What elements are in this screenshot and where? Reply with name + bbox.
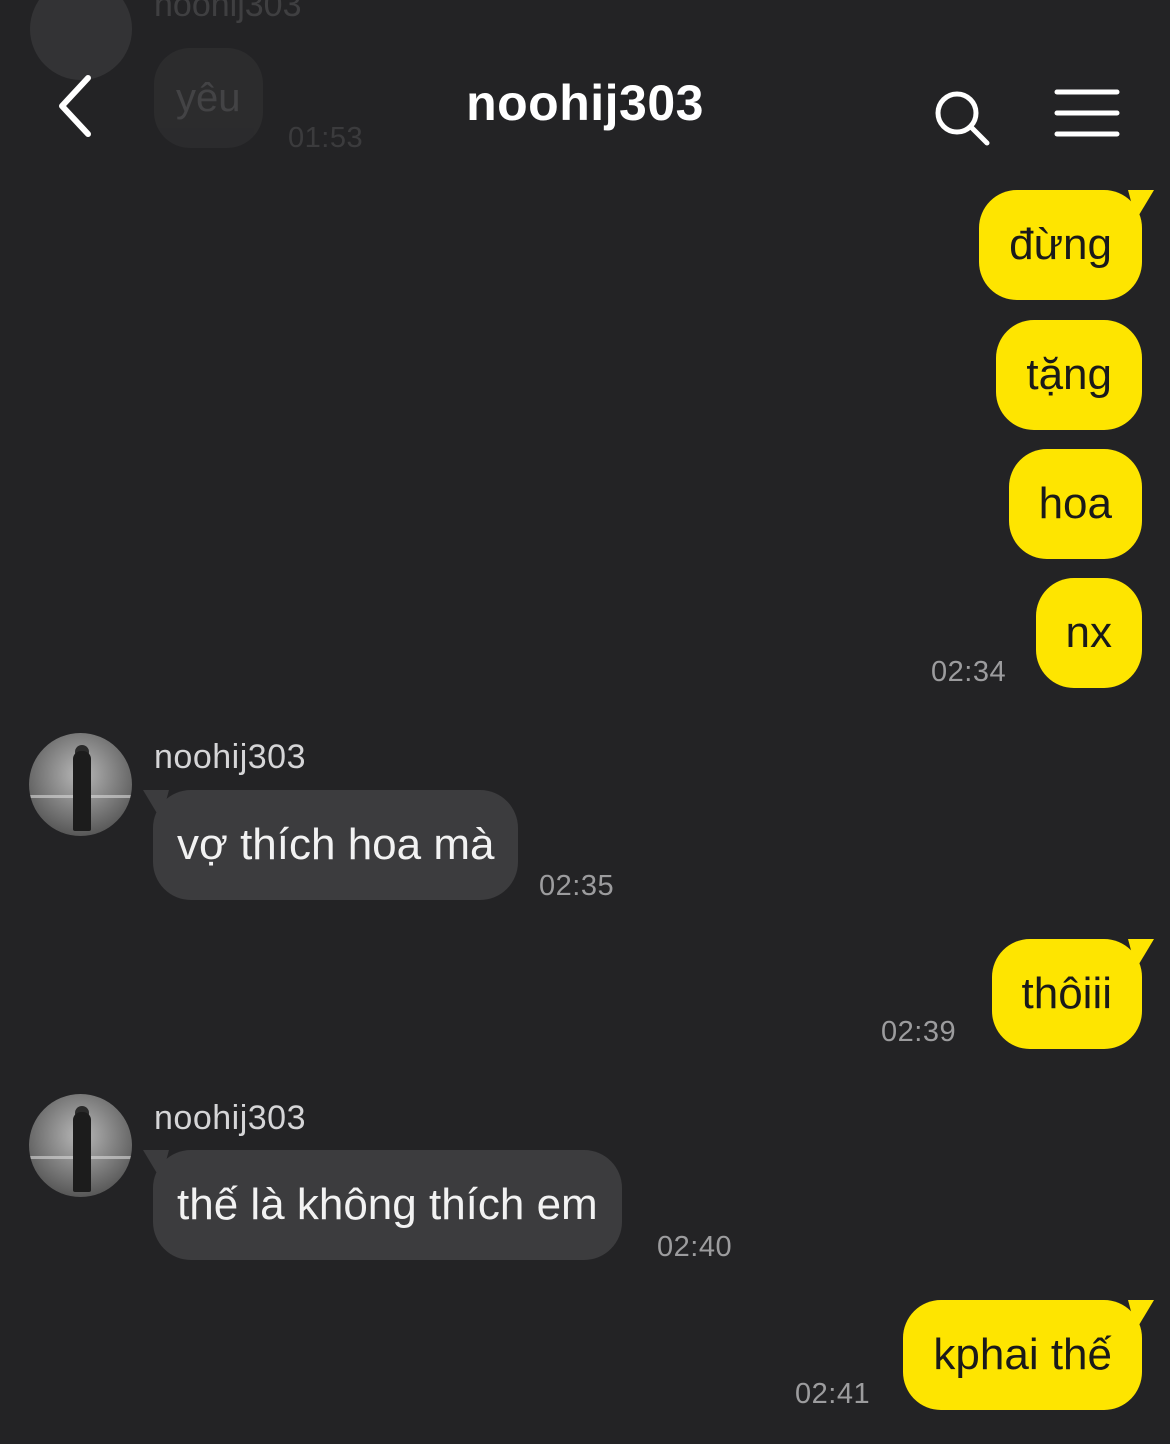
contact-avatar[interactable] [29,733,132,836]
previous-message-sender: noohij303 [154,0,302,24]
menu-button[interactable] [1054,88,1120,140]
bubble-tail [1128,939,1154,969]
their-message-bubble[interactable]: vợ thích hoa mà [143,790,519,900]
message-timestamp: 02:40 [657,1231,733,1263]
search-button[interactable] [932,88,992,148]
message-text: thôiii [1021,969,1113,1018]
my-message-bubble[interactable]: nx [1035,578,1142,688]
message-timestamp: 02:41 [795,1378,871,1410]
my-message-bubble[interactable]: hoa [1008,449,1142,559]
message-timestamp: 02:34 [931,656,1007,688]
my-message-bubble[interactable]: đừng [979,190,1154,300]
hamburger-menu-icon [1054,89,1120,137]
message-text: tặng [1026,350,1112,399]
my-message-bubble[interactable]: tặng [996,320,1142,430]
message-text: đừng [1009,220,1112,269]
my-message-bubble[interactable]: kphai thế [903,1300,1154,1410]
avatar-photo-detail [73,1112,91,1192]
message-timestamp: 02:39 [881,1016,957,1048]
my-message-bubble[interactable]: thôiii [991,939,1154,1049]
message-text: vợ thích hoa mà [177,820,495,869]
search-icon [935,91,990,146]
message-text: thế là không thích em [177,1180,598,1229]
message-timestamp: 02:35 [539,870,615,902]
their-message-bubble[interactable]: thế là không thích em [143,1150,622,1260]
message-text: nx [1065,608,1112,657]
bubble-tail [143,790,169,820]
bubble-tail [1128,1300,1154,1330]
chat-title: noohij303 [466,75,704,131]
bubble-tail [1128,190,1154,220]
sender-name: noohij303 [154,738,306,776]
bubble-tail [143,1150,169,1180]
avatar-photo-detail [73,751,91,831]
chat-header: noohij303 [0,40,1170,170]
message-text: kphai thế [933,1330,1112,1379]
sender-name: noohij303 [154,1099,306,1137]
message-text: hoa [1038,479,1112,528]
contact-avatar[interactable] [29,1094,132,1197]
